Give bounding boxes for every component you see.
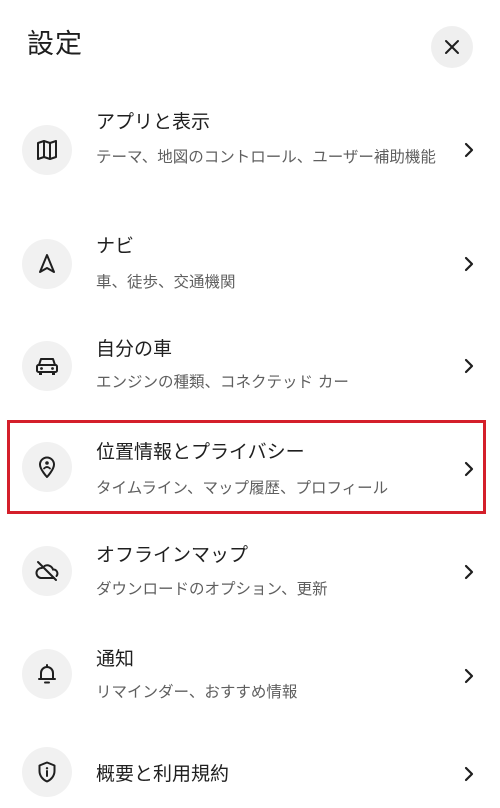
- chevron-right-icon: [462, 254, 476, 274]
- car-icon: [36, 358, 58, 375]
- settings-item-title: 概要と利用規約: [96, 763, 230, 785]
- chevron-right-icon: [462, 459, 476, 479]
- close-button[interactable]: [431, 26, 473, 68]
- settings-item-icon-wrap: [22, 341, 72, 391]
- settings-item-icon-wrap: [22, 747, 72, 797]
- cloud-off-icon: [35, 561, 59, 581]
- settings-item-icon-wrap: [22, 239, 72, 289]
- shield-info-icon: [38, 761, 56, 783]
- settings-item-about[interactable]: 概要と利用規約: [0, 730, 500, 808]
- settings-item-icon-wrap: [22, 649, 72, 699]
- close-icon: [445, 40, 459, 54]
- settings-item-notifications[interactable]: 通知 リマインダー、おすすめ情報: [0, 626, 500, 726]
- chevron-right-icon: [462, 764, 476, 784]
- settings-item-title: 位置情報とプライバシー: [96, 441, 305, 463]
- settings-header: 設定: [0, 0, 500, 96]
- map-icon: [37, 140, 57, 160]
- settings-item-title: オフラインマップ: [96, 544, 249, 566]
- navigation-arrow-icon: [39, 254, 55, 273]
- bell-icon: [38, 664, 56, 684]
- settings-item-subtitle: タイムライン、マップ履歴、プロフィール: [96, 479, 389, 497]
- settings-item-subtitle: エンジンの種類、コネクテッド カー: [96, 373, 349, 391]
- chevron-right-icon: [462, 356, 476, 376]
- settings-item-title: 自分の車: [96, 338, 173, 360]
- settings-item-subtitle: ダウンロードのオプション、更新: [96, 580, 328, 598]
- settings-item-title: アプリと表示: [96, 111, 211, 133]
- chevron-right-icon: [462, 666, 476, 686]
- settings-item-title: ナビ: [96, 235, 135, 257]
- settings-item-offline-maps[interactable]: オフラインマップ ダウンロードのオプション、更新: [0, 522, 500, 622]
- settings-item-subtitle: 車、徒歩、交通機関: [96, 273, 236, 291]
- location-pin-person-icon: [39, 456, 55, 478]
- settings-item-icon-wrap: [22, 546, 72, 596]
- settings-item-subtitle: リマインダー、おすすめ情報: [96, 683, 298, 701]
- settings-item-display[interactable]: アプリと表示 テーマ、地図のコントロール、ユーザー補助機能: [0, 100, 500, 210]
- settings-item-location-privacy[interactable]: 位置情報とプライバシー タイムライン、マップ履歴、プロフィール: [0, 420, 500, 514]
- page-title: 設定: [27, 29, 83, 60]
- settings-item-title: 通知: [96, 648, 135, 670]
- chevron-right-icon: [462, 562, 476, 582]
- settings-item-navigation[interactable]: ナビ 車、徒歩、交通機関: [0, 214, 500, 314]
- settings-item-icon-wrap: [22, 125, 72, 175]
- settings-item-icon-wrap: [22, 442, 72, 492]
- settings-item-subtitle: テーマ、地図のコントロール、ユーザー補助機能: [96, 148, 436, 166]
- settings-item-vehicle[interactable]: 自分の車 エンジンの種類、コネクテッド カー: [0, 318, 500, 418]
- chevron-right-icon: [462, 140, 476, 160]
